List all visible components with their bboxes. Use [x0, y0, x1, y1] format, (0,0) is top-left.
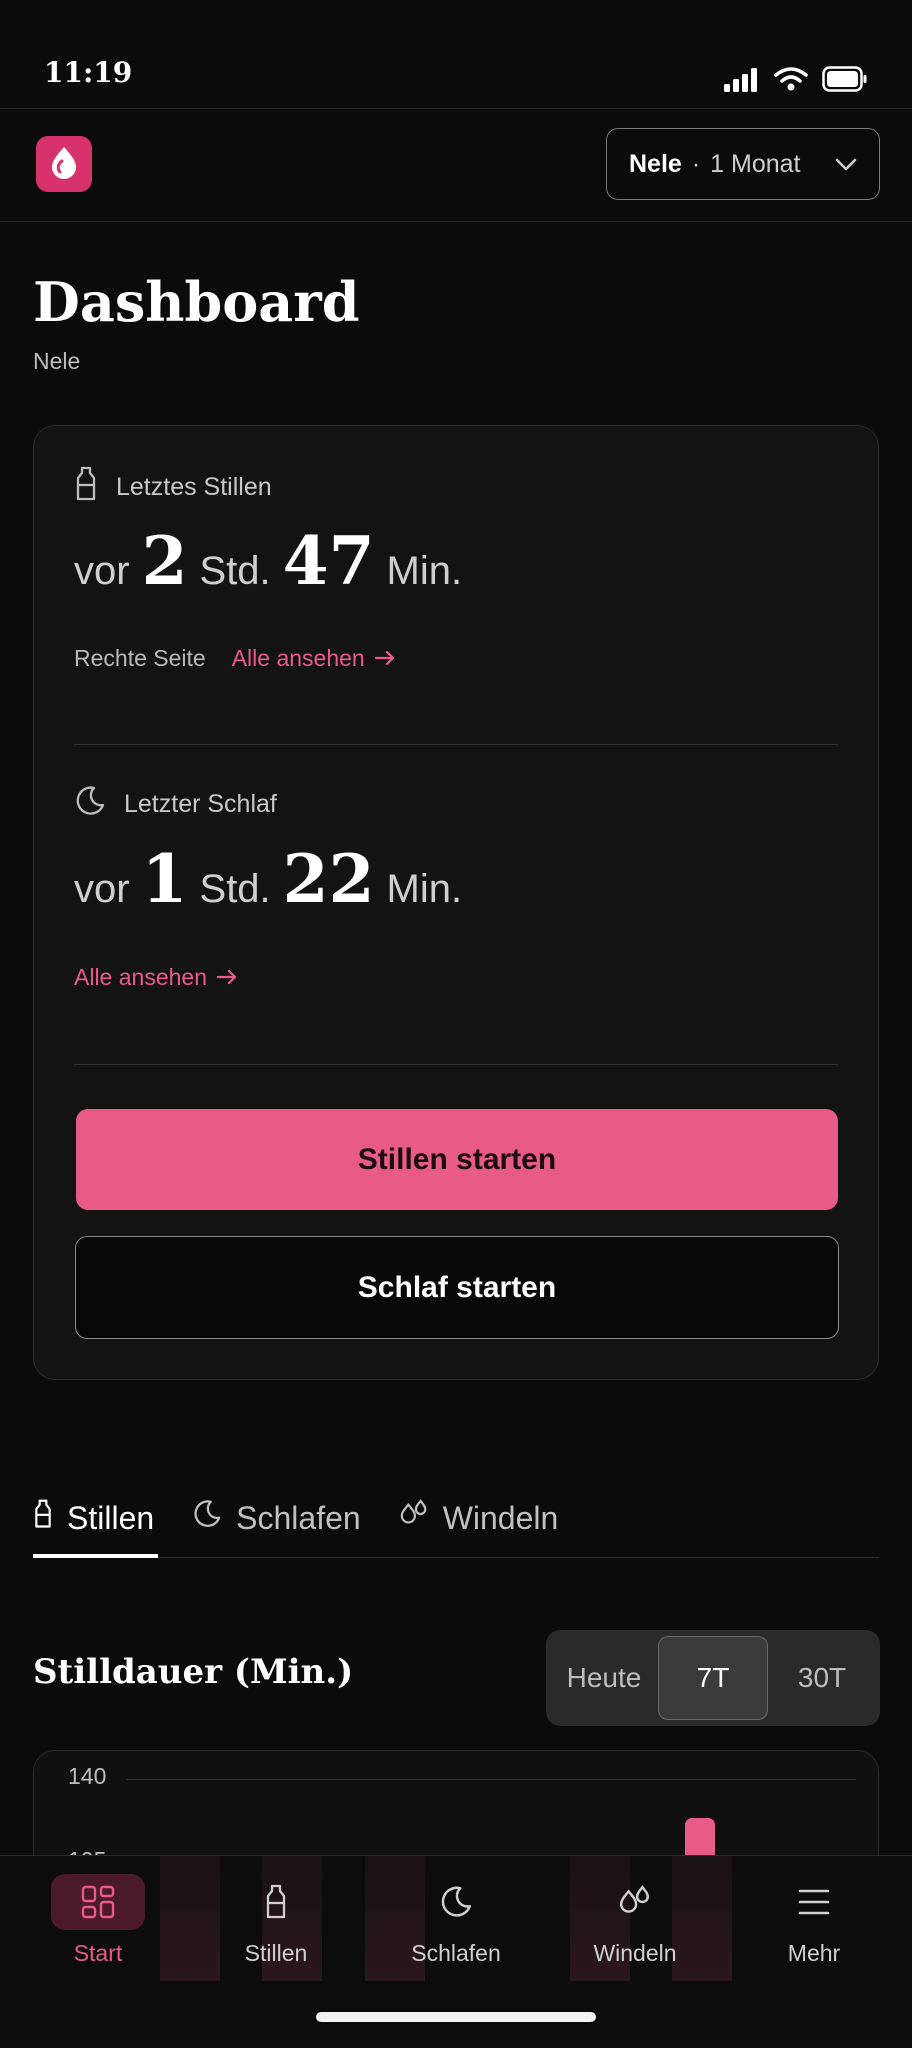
- sleep-meta-row: Alle ansehen: [74, 964, 237, 991]
- feeding-minutes: 47: [282, 522, 375, 600]
- signal-icon: [724, 68, 760, 97]
- summary-card: Letztes Stillen vor 2 Std. 47 Min. Recht…: [33, 425, 879, 1380]
- range-selector: Heute 7T 30T: [546, 1630, 880, 1726]
- range-7-days[interactable]: 7T: [658, 1636, 768, 1720]
- range-30-days[interactable]: 30T: [768, 1636, 876, 1720]
- header-divider: [0, 221, 912, 222]
- sleep-minutes-unit: Min.: [386, 867, 463, 911]
- nav-mehr-label: Mehr: [787, 1940, 841, 1966]
- wifi-icon: [774, 66, 808, 97]
- feeding-view-all-label: Alle ansehen: [231, 645, 365, 671]
- feeding-meta-row: Rechte Seite Alle ansehen: [74, 645, 395, 672]
- nav-schlafen[interactable]: Schlafen: [386, 1874, 526, 1984]
- y-tick-label: 140: [68, 1763, 107, 1789]
- arrow-right-icon: [216, 964, 237, 991]
- nav-stillen-label: Stillen: [244, 1940, 308, 1966]
- feeding-minutes-unit: Min.: [386, 549, 463, 593]
- last-feeding-text: Letztes Stillen: [116, 473, 272, 501]
- chevron-down-icon: [835, 150, 857, 179]
- last-feeding-elapsed: vor 2 Std. 47 Min.: [74, 522, 462, 600]
- start-feeding-button[interactable]: Stillen starten: [76, 1109, 838, 1210]
- status-bar: 11:19: [0, 0, 912, 108]
- tab-stillen-label: Stillen: [67, 1499, 155, 1536]
- last-feeding-label: Letztes Stillen: [74, 466, 272, 509]
- nav-windeln-label: Windeln: [593, 1940, 677, 1966]
- card-divider: [74, 744, 838, 745]
- tab-stillen[interactable]: Stillen: [33, 1480, 159, 1558]
- tab-windeln[interactable]: Windeln: [399, 1480, 559, 1556]
- card-divider: [74, 1064, 838, 1065]
- moon-icon: [74, 785, 106, 824]
- sleep-view-all-label: Alle ansehen: [74, 964, 207, 990]
- drop-logo-icon: [49, 145, 79, 184]
- sleep-hours-unit: Std.: [199, 867, 271, 911]
- start-sleep-button[interactable]: Schlaf starten: [75, 1236, 839, 1339]
- arrow-right-icon: [374, 645, 395, 672]
- tab-schlafen[interactable]: Schlafen: [192, 1480, 361, 1556]
- range-today[interactable]: Heute: [550, 1636, 658, 1720]
- status-time: 11:19: [44, 56, 133, 89]
- grid-line: [126, 1779, 856, 1780]
- child-name: Nele: [629, 149, 682, 178]
- nav-stillen[interactable]: Stillen: [206, 1874, 346, 1984]
- nav-start[interactable]: Start: [28, 1874, 168, 1984]
- sleep-hours: 1: [141, 840, 188, 918]
- bottle-icon: [229, 1874, 323, 1930]
- status-divider: [0, 108, 912, 109]
- moon-icon: [192, 1499, 222, 1537]
- feeding-prefix: vor: [74, 549, 130, 593]
- moon-icon: [409, 1874, 503, 1930]
- feeding-hours: 2: [141, 522, 188, 600]
- bottle-icon: [74, 466, 98, 509]
- last-sleep-label: Letzter Schlaf: [74, 785, 277, 824]
- last-sleep-text: Letzter Schlaf: [124, 790, 277, 818]
- drops-icon: [399, 1499, 429, 1537]
- category-tabs: Stillen Schlafen Windeln: [33, 1480, 879, 1558]
- feeding-side: Rechte Seite: [74, 645, 206, 671]
- feeding-hours-unit: Std.: [199, 549, 271, 593]
- page-title: Dashboard: [33, 270, 360, 334]
- separator-dot: ·: [691, 149, 701, 178]
- home-indicator: [316, 2012, 596, 2022]
- grid-icon: [51, 1874, 145, 1930]
- sleep-prefix: vor: [74, 867, 130, 911]
- tab-schlafen-label: Schlafen: [236, 1499, 361, 1536]
- bottle-icon: [33, 1498, 53, 1538]
- sleep-view-all-link[interactable]: Alle ansehen: [74, 964, 237, 991]
- feeding-view-all-link[interactable]: Alle ansehen: [232, 645, 395, 672]
- child-selector[interactable]: Nele · 1 Monat: [606, 128, 880, 200]
- page-subtitle: Nele: [33, 348, 81, 374]
- nav-start-label: Start: [73, 1940, 123, 1966]
- status-icons: [724, 66, 868, 97]
- drops-icon: [588, 1874, 682, 1930]
- nav-windeln[interactable]: Windeln: [565, 1874, 705, 1984]
- last-sleep-elapsed: vor 1 Std. 22 Min.: [74, 840, 462, 918]
- app-logo[interactable]: [36, 136, 92, 192]
- nav-schlafen-label: Schlafen: [411, 1940, 501, 1966]
- tab-windeln-label: Windeln: [442, 1499, 559, 1536]
- sleep-minutes: 22: [282, 840, 375, 918]
- chart-title: Stilldauer (Min.): [33, 1652, 354, 1692]
- battery-icon: [822, 66, 868, 97]
- menu-icon: [767, 1874, 861, 1930]
- child-age: 1 Monat: [710, 149, 801, 178]
- nav-mehr[interactable]: Mehr: [744, 1874, 884, 1984]
